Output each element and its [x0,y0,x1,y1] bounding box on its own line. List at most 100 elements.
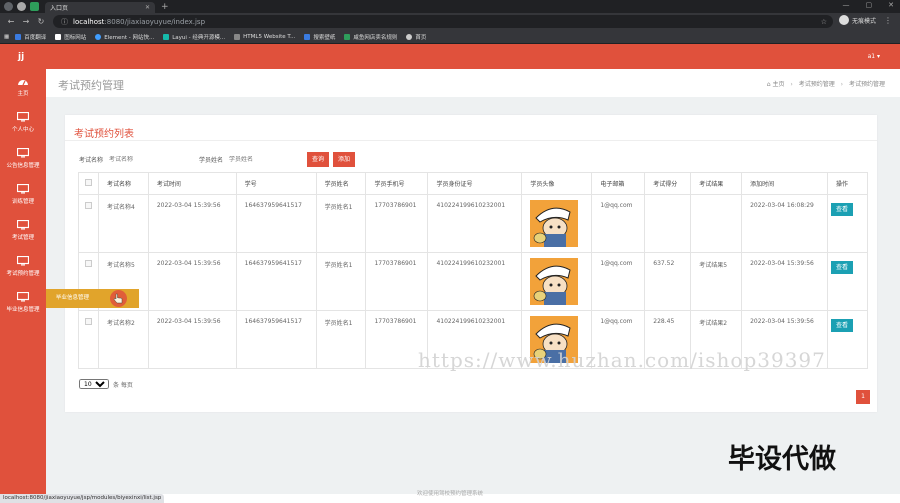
action-cell: 查看 [826,310,869,369]
table-header-row: 考试名称 考试时间 学号 学员姓名 学员手机号 学员身份证号 学员头像 电子邮箱… [78,172,869,195]
pagination-page-1[interactable]: 1 [856,390,870,404]
bookmark-star-icon[interactable]: ☆ [821,18,827,26]
url-path: :8080/jiaxiaoyuyue/index.jsp [104,17,206,26]
student-name-input[interactable] [229,156,286,163]
user-menu[interactable]: a1 ▾ [868,53,880,60]
home-icon: ⌂ [766,81,771,88]
sidebar-item-notice[interactable]: 公告信息管理 [0,145,46,179]
breadcrumb-separator: › [840,81,844,88]
app-header: jj a1 ▾ [0,44,900,69]
page-size-control: 10 条 每页 [79,379,133,389]
browser-menu-icon[interactable]: ⋮ [884,16,892,25]
table-row: 考试名称4 2022-03-04 15:39:56 1646379596415​17… [78,194,869,253]
sidebar-item-graduation[interactable]: 毕业信息管理 [0,289,46,323]
row-checkbox[interactable] [78,194,99,253]
column-header[interactable]: 添加时间 [741,172,828,195]
sidebar-item-exam[interactable]: 考试管理 [0,217,46,251]
cell-student-name: 学员姓名1 [315,194,367,253]
cell-exam-name: 考试名称2 [97,310,149,369]
browser-history-icon[interactable] [4,2,13,11]
student-name-label: 学员姓名 [199,157,224,164]
student-avatar-cell [521,194,593,253]
green-app-icon[interactable] [30,2,39,11]
cell-score [644,194,692,253]
row-checkbox[interactable] [78,310,99,369]
student-avatar-cell [521,252,593,311]
breadcrumb-separator: › [790,81,793,88]
browser-tab[interactable]: 入口页 ✕ [45,2,155,13]
incognito-profile[interactable]: 无痕模式 [838,15,876,25]
action-cell: 查看 [826,252,869,311]
bookmarks-bar: ▦ 百度翻译 图标网站 Element - 网站快... Layui - 经典开… [0,30,900,44]
app-logo[interactable]: jj [18,52,24,62]
bookmark-item[interactable]: 图标网站 [55,33,86,41]
html5-icon [234,33,241,40]
cell-email: 1@qq.com [591,194,646,253]
bookmark-item[interactable]: Element - 网站快... [95,33,154,41]
reload-icon[interactable]: ↻ [37,17,45,26]
sidebar-item-home[interactable]: 主页 [0,73,46,107]
bookmark-item[interactable]: 百度翻译 [15,33,46,41]
column-header[interactable]: 学员头像 [521,172,593,195]
cell-score: 637.52 [644,252,692,311]
column-header[interactable]: 考试名称 [97,172,149,195]
page-size-select[interactable]: 10 [79,379,109,389]
bookmark-item[interactable]: Layui - 经典开源模... [163,33,225,41]
column-header[interactable]: 考试结果 [690,172,743,195]
breadcrumb: ⌂ 主页 › 考试预约管理 › 考试预约管理 [767,79,885,88]
exam-name-label: 考试名称 [79,157,104,164]
close-window-icon[interactable]: ✕ [888,1,894,9]
monitor-icon [17,292,29,302]
browser-tab-bar: 入口页 ✕ + — ▢ ✕ [0,0,900,13]
cell-student-no: 1646379596415​17 [235,310,317,369]
apps-icon[interactable]: ▦ [4,34,9,40]
watermark-text: https://www.huzhan.com/ishop39397 [418,348,826,372]
view-button[interactable]: 查看 [830,319,853,332]
column-header[interactable]: 学员手机号 [365,172,429,195]
view-button[interactable]: 查看 [830,261,853,274]
column-header[interactable]: 学员身份证号 [427,172,523,195]
cell-result [690,194,743,253]
column-header[interactable]: 电子邮箱 [591,172,646,195]
view-button[interactable]: 查看 [830,203,853,216]
cell-added: 2022-03-04 15:39:56 [741,252,828,311]
cell-phone: 17703786901 [365,194,429,253]
forward-icon[interactable]: → [22,17,30,26]
cell-id-card: 410224199610232001 [427,194,523,253]
cell-student-name: 学员姓名1 [315,252,367,311]
search-button[interactable]: 查询 [307,152,330,167]
add-button[interactable]: 添加 [333,152,356,167]
bookmark-item[interactable]: HTML5 Website T... [234,33,295,40]
minimize-icon[interactable]: — [843,1,850,9]
cell-result: 考试结果5 [690,252,743,311]
breadcrumb-section[interactable]: 考试预约管理 [799,81,835,88]
exam-name-input[interactable] [109,156,166,163]
monitor-icon [17,220,29,230]
monitor-icon [17,184,29,194]
cell-id-card: 410224199610232001 [427,252,523,311]
bookmark-item[interactable]: 搜索壁纸 [304,33,335,41]
back-icon[interactable]: ← [7,17,15,26]
bookmark-item[interactable]: 咸鱼网店卖名规则 [344,33,397,41]
info-icon[interactable]: ⓘ [61,17,68,27]
url-field[interactable]: ⓘ localhost :8080/jiaxiaoyuyue/index.jsp… [53,15,833,28]
maximize-icon[interactable]: ▢ [866,1,873,9]
layui-icon [163,33,170,40]
sidebar-item-profile[interactable]: 个人中心 [0,109,46,143]
column-header[interactable]: 考试得分 [644,172,692,195]
column-header[interactable]: 学号 [235,172,317,195]
new-tab-icon[interactable]: + [161,2,169,12]
page-size-suffix: 条 每页 [113,381,133,389]
column-header[interactable]: 考试时间 [147,172,237,195]
breadcrumb-home[interactable]: 主页 [772,81,784,88]
sidebar: 主页 个人中心 公告信息管理 训练管理 考试管理 考试预约管理 毕业信息管理 [0,69,46,494]
bookmark-item[interactable]: 首页 [406,33,426,41]
github-icon[interactable] [17,2,26,11]
tab-close-icon[interactable]: ✕ [145,4,150,11]
sidebar-item-exam-booking[interactable]: 考试预约管理 [0,253,46,287]
status-url: localhost:8080/jiaxiaoyuyue/jsp/modules/… [0,494,165,503]
select-all-checkbox[interactable] [78,172,99,195]
sidebar-item-training[interactable]: 训练管理 [0,181,46,215]
monitor-icon [17,148,29,158]
column-header[interactable]: 学员姓名 [315,172,367,195]
